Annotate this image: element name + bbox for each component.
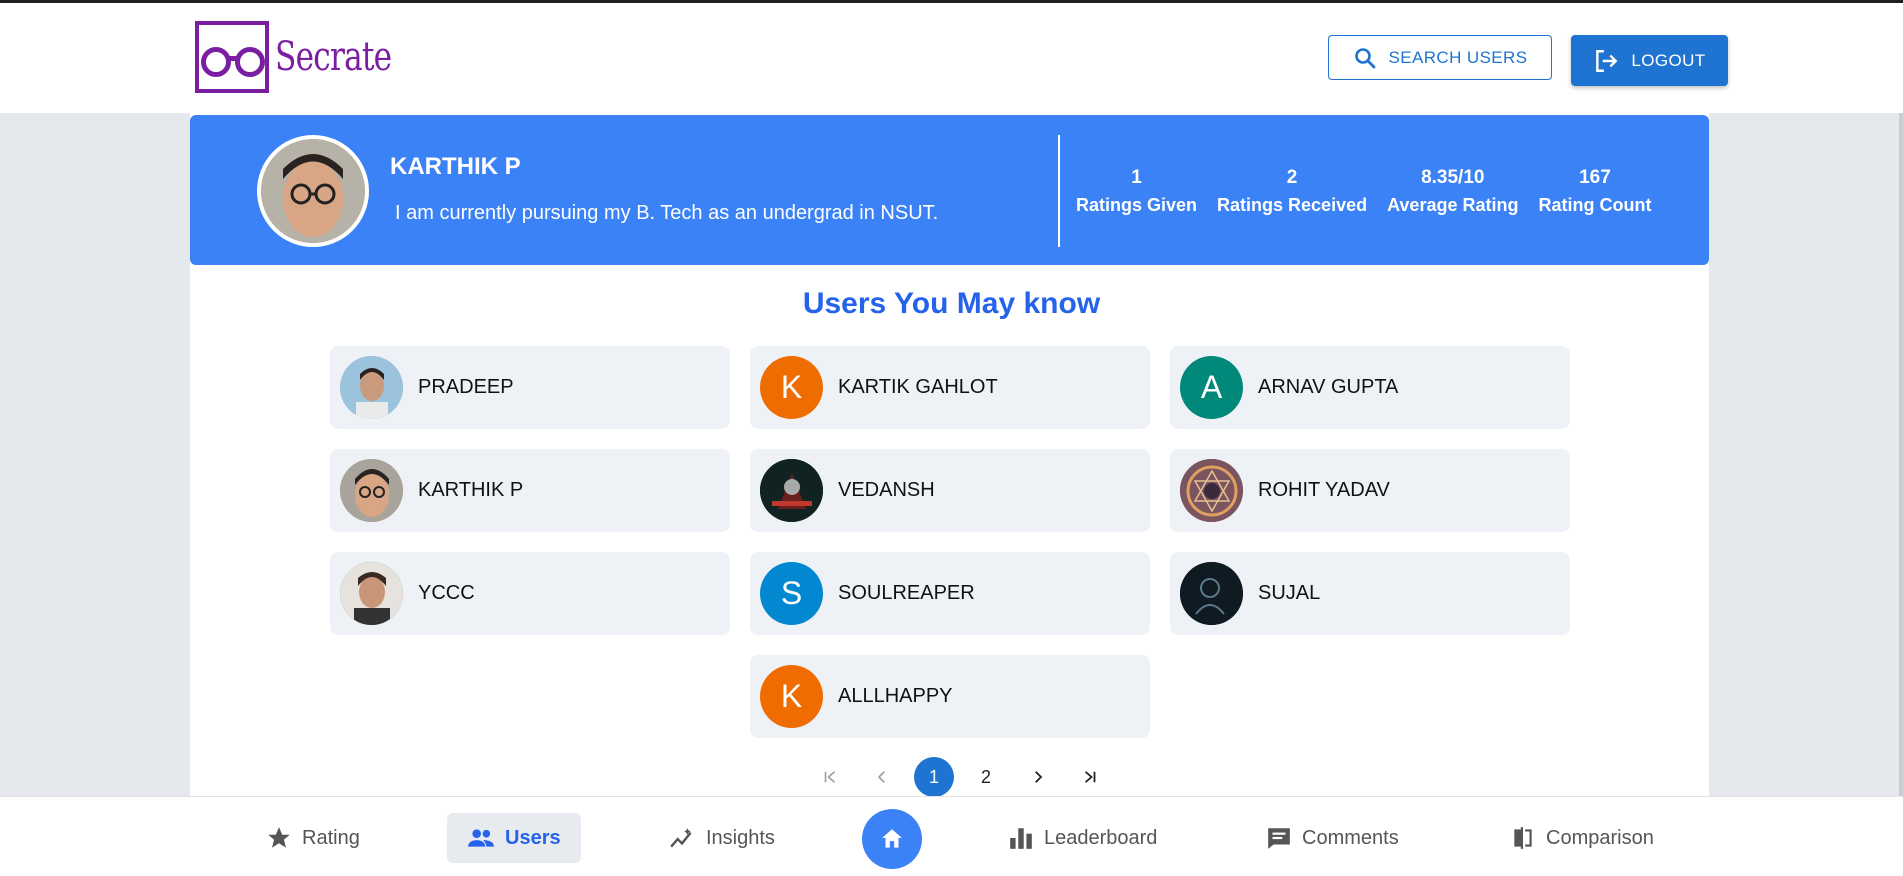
user-card[interactable]: K KARTIK GAHLOT: [750, 346, 1150, 429]
user-avatar: [1180, 459, 1243, 522]
header: Secrate SEARCH USERS LOGOUT: [0, 3, 1903, 113]
stat-label: Ratings Received: [1217, 195, 1368, 215]
people-icon: [468, 829, 494, 847]
nav-label: Rating: [302, 826, 360, 849]
search-icon: [1354, 47, 1375, 68]
user-name: KARTHIK P: [418, 479, 524, 501]
stat-label: Average Rating: [1387, 195, 1519, 215]
stat-label: Rating Count: [1538, 195, 1652, 215]
profile-banner: KARTHIK P I am currently pursuing my B. …: [190, 115, 1709, 265]
profile-avatar: [257, 135, 369, 247]
user-name: KARTIK GAHLOT: [838, 376, 998, 398]
user-name: ARNAV GUPTA: [1258, 376, 1399, 398]
home-button[interactable]: [862, 809, 922, 869]
user-card[interactable]: KARTHIK P: [330, 449, 730, 532]
profile-bio: I am currently pursuing my B. Tech as an…: [395, 202, 939, 224]
stat-label: Ratings Given: [1076, 195, 1198, 215]
user-avatar: K: [760, 665, 823, 728]
nav-label: Comparison: [1546, 826, 1654, 849]
user-avatar: S: [760, 562, 823, 625]
user-name: SOULREAPER: [838, 582, 975, 604]
page-1-button[interactable]: 1: [914, 757, 954, 797]
search-users-label: SEARCH USERS: [1388, 47, 1528, 67]
stat-rating-count: 167 Rating Count: [1538, 167, 1651, 216]
profile-divider: [1058, 135, 1060, 247]
user-card[interactable]: S SOULREAPER: [750, 552, 1150, 635]
nav-label: Insights: [706, 826, 775, 849]
profile-name: KARTHIK P: [390, 153, 521, 180]
page-2-button[interactable]: 2: [966, 759, 1006, 795]
stat-value: 167: [1579, 167, 1611, 188]
previous-page-button[interactable]: [862, 759, 902, 795]
nav-label: Users: [505, 826, 561, 849]
user-avatar: K: [760, 356, 823, 419]
user-card[interactable]: SUJAL: [1170, 552, 1570, 635]
glasses-logo-icon: [195, 21, 269, 93]
user-name: YCCC: [418, 582, 475, 604]
user-name: ROHIT YADAV: [1258, 479, 1390, 501]
insights-icon: [670, 828, 692, 848]
user-avatar: [340, 356, 403, 419]
last-page-button[interactable]: [1070, 759, 1110, 795]
logo[interactable]: Secrate: [195, 21, 424, 93]
pagination: 1 2: [810, 757, 1110, 797]
logout-icon: [1596, 49, 1618, 72]
user-card[interactable]: ROHIT YADAV: [1170, 449, 1570, 532]
nav-comments[interactable]: Comments: [1246, 813, 1419, 863]
user-avatar: [340, 562, 403, 625]
stat-ratings-received: 2 Ratings Received: [1217, 167, 1367, 216]
first-page-button[interactable]: [810, 759, 850, 795]
stat-average-rating: 8.35/10 Average Rating: [1387, 167, 1518, 216]
bar-chart-icon: [1010, 828, 1032, 849]
user-avatar: [340, 459, 403, 522]
user-avatar: A: [1180, 356, 1243, 419]
user-name: SUJAL: [1258, 582, 1321, 604]
nav-rating[interactable]: Rating: [246, 813, 380, 863]
search-users-button[interactable]: SEARCH USERS: [1328, 35, 1552, 80]
user-card[interactable]: A ARNAV GUPTA: [1170, 346, 1570, 429]
user-card[interactable]: K ALLLHAPPY: [750, 655, 1150, 738]
stat-value: 1: [1131, 167, 1142, 188]
stat-value: 2: [1286, 167, 1298, 188]
compare-icon: [1514, 827, 1532, 849]
home-icon: [882, 829, 902, 848]
nav-label: Comments: [1302, 826, 1399, 849]
user-card[interactable]: PRADEEP: [330, 346, 730, 429]
nav-label: Leaderboard: [1044, 826, 1158, 849]
last-page-icon: [1084, 771, 1096, 783]
scrollbar[interactable]: [1899, 113, 1903, 796]
nav-comparison[interactable]: Comparison: [1490, 813, 1674, 863]
stat-value: 8.35/10: [1421, 167, 1485, 188]
star-icon: [268, 827, 290, 848]
bottom-navigation: Rating Users Insights Leaderboard Commen…: [0, 796, 1903, 876]
user-card[interactable]: YCCC: [330, 552, 730, 635]
first-page-icon: [824, 771, 836, 783]
user-name: VEDANSH: [838, 479, 935, 501]
chevron-left-icon: [877, 771, 885, 783]
logout-label: LOGOUT: [1631, 50, 1706, 70]
user-name: PRADEEP: [418, 376, 514, 398]
comment-icon: [1268, 828, 1290, 849]
next-page-button[interactable]: [1018, 759, 1058, 795]
app-name: Secrate: [275, 34, 392, 80]
user-card[interactable]: VEDANSH: [750, 449, 1150, 532]
section-title: Users You May know: [802, 287, 1101, 320]
user-avatar: [1180, 562, 1243, 625]
stat-ratings-given: 1 Ratings Given: [1076, 167, 1197, 216]
nav-insights[interactable]: Insights: [648, 813, 795, 863]
user-avatar: [760, 459, 823, 522]
chevron-right-icon: [1035, 771, 1043, 783]
nav-users[interactable]: Users: [447, 813, 581, 863]
profile-stats: 1 Ratings Given 2 Ratings Received 8.35/…: [1076, 167, 1651, 216]
nav-leaderboard[interactable]: Leaderboard: [988, 813, 1177, 863]
logout-button[interactable]: LOGOUT: [1571, 35, 1728, 86]
user-name: ALLLHAPPY: [838, 685, 953, 707]
